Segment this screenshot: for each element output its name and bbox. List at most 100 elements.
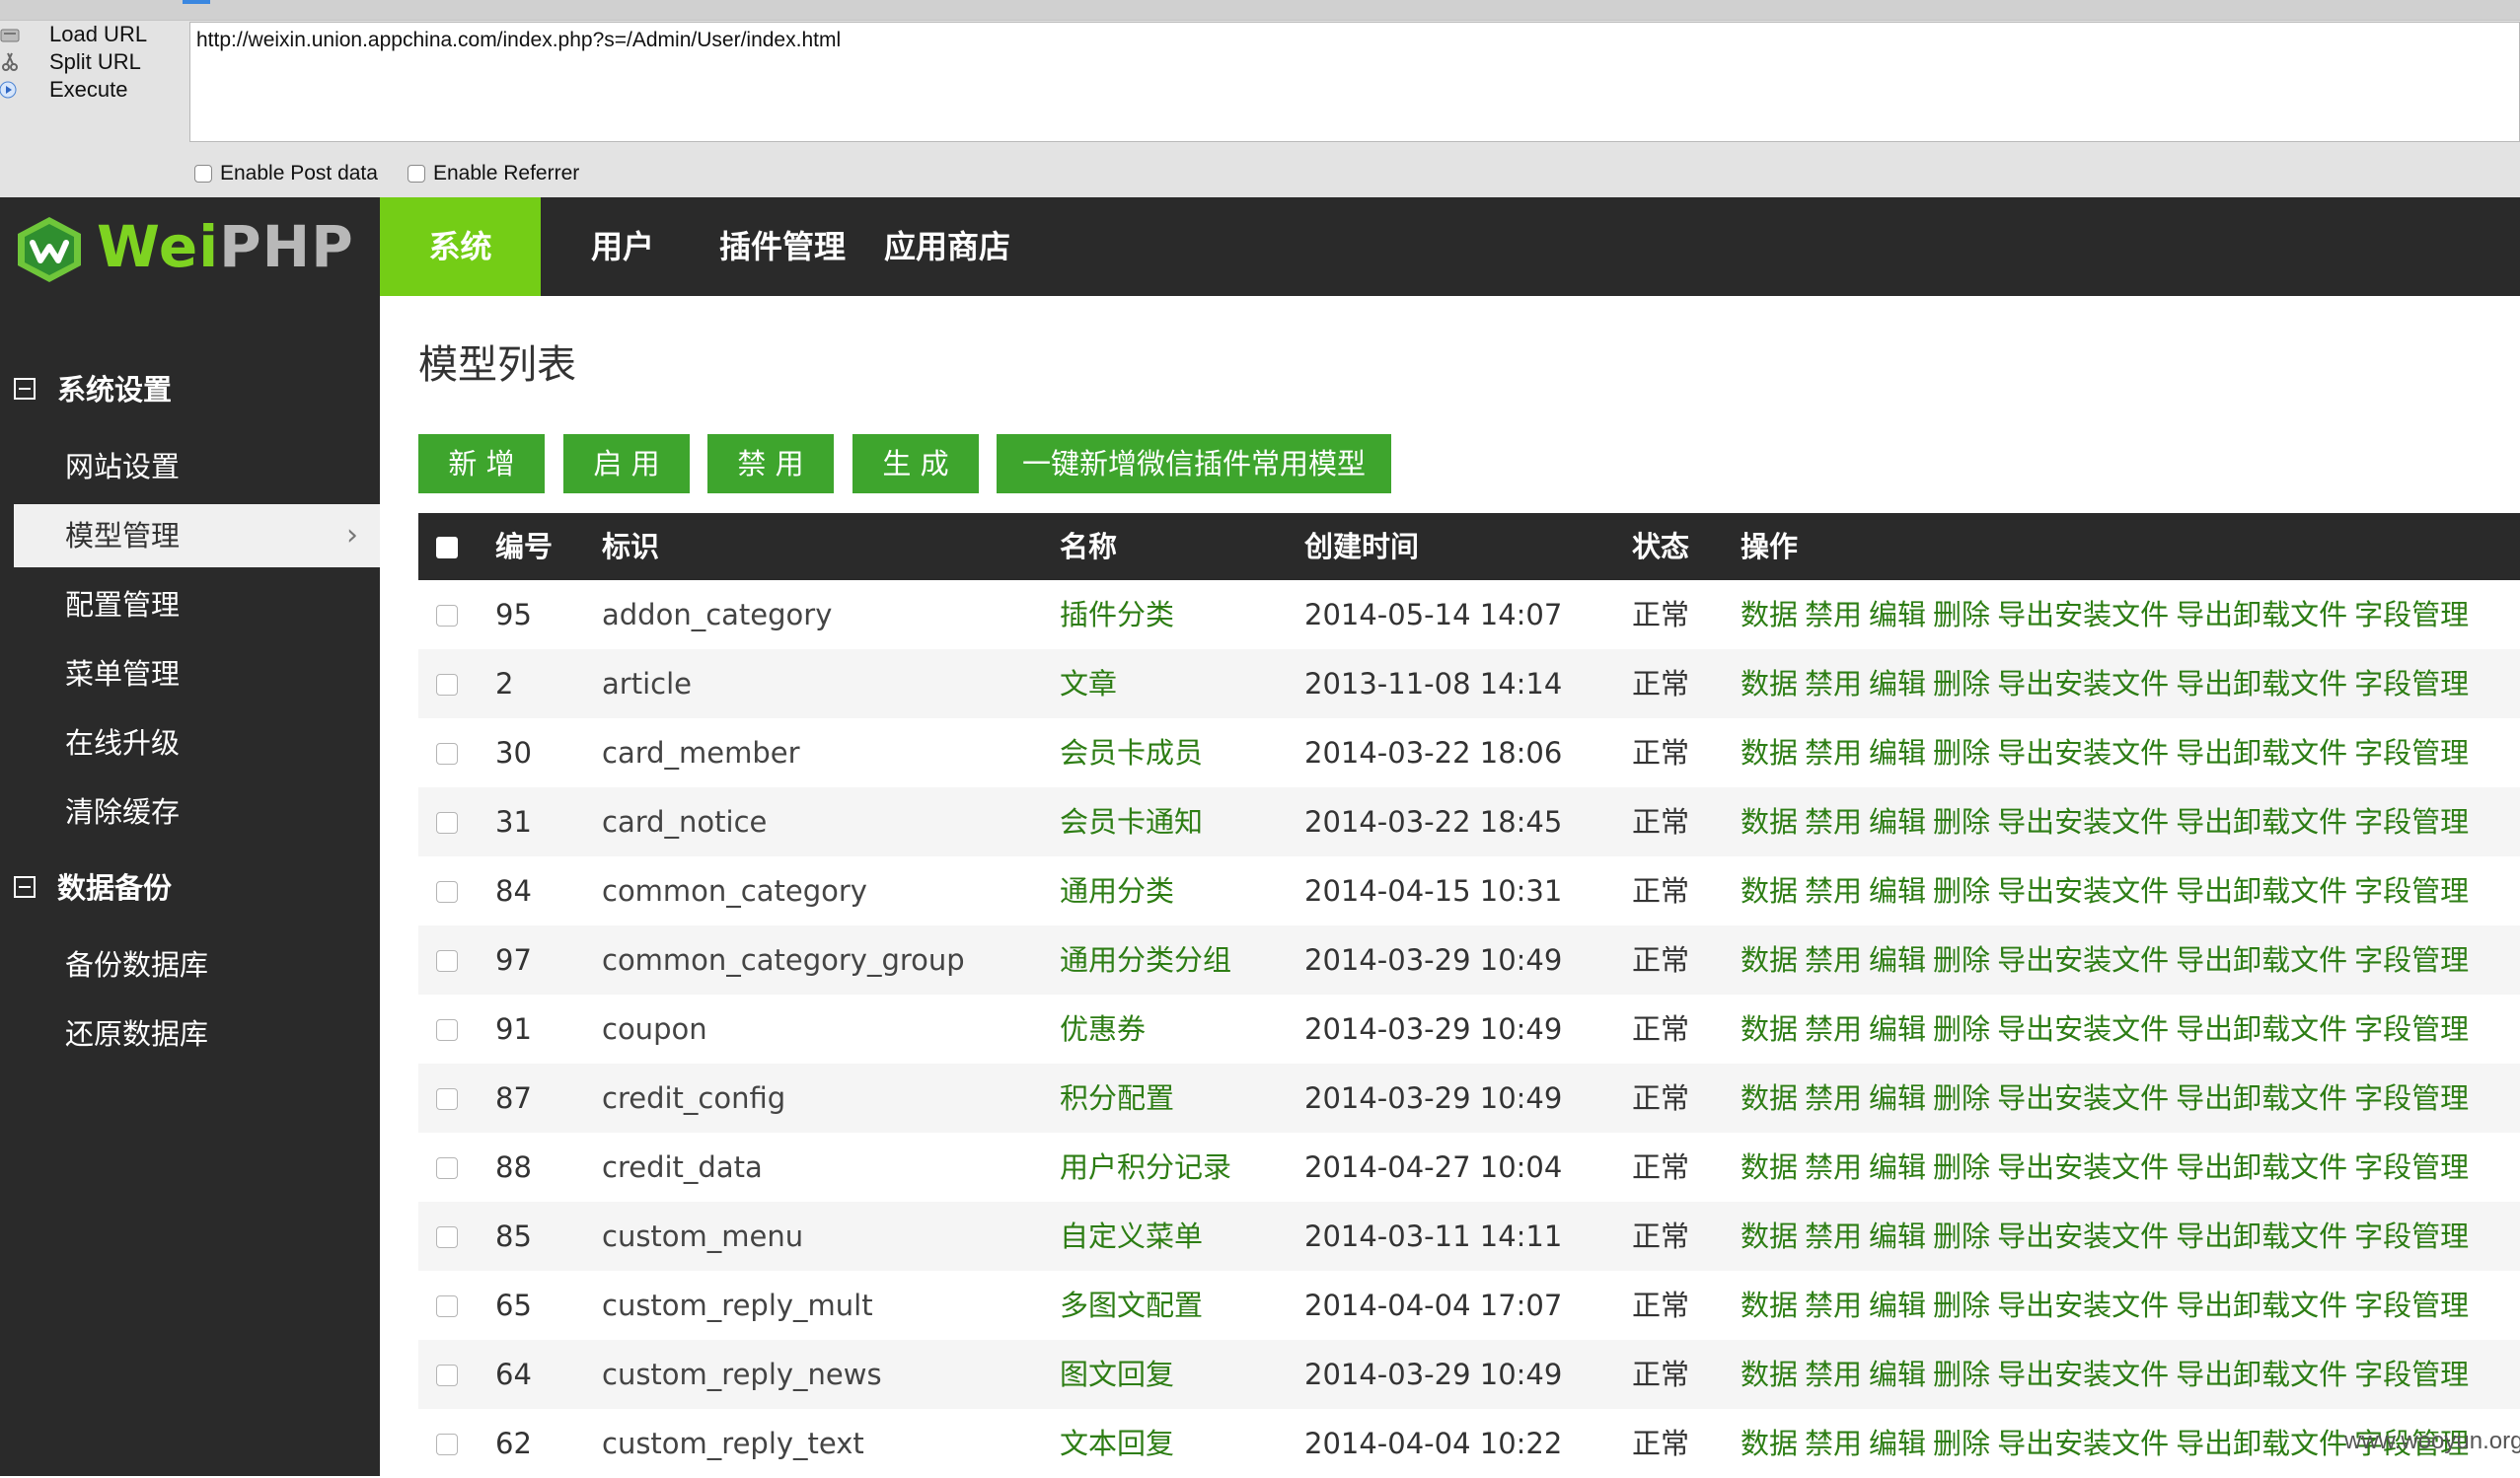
- nav-users[interactable]: 用户: [558, 197, 687, 296]
- action-export-uninstall-link[interactable]: 导出卸载文件: [2176, 1289, 2347, 1322]
- action-edit-link[interactable]: 编辑: [1869, 1081, 1926, 1115]
- row-name-link[interactable]: 积分配置: [1060, 1064, 1174, 1133]
- row-name-link[interactable]: 文章: [1060, 649, 1117, 718]
- action-disable-link[interactable]: 禁用: [1805, 1150, 1862, 1184]
- action-data-link[interactable]: 数据: [1741, 736, 1798, 770]
- row-name-link[interactable]: 自定义菜单: [1060, 1202, 1203, 1271]
- action-edit-link[interactable]: 编辑: [1869, 598, 1926, 631]
- action-field-management-link[interactable]: 字段管理: [2354, 736, 2469, 770]
- row-name-link[interactable]: 通用分类: [1060, 856, 1174, 925]
- row-checkbox[interactable]: [436, 881, 458, 903]
- action-export-uninstall-link[interactable]: 导出卸载文件: [2176, 1358, 2347, 1391]
- action-disable-link[interactable]: 禁用: [1805, 1219, 1862, 1253]
- action-data-link[interactable]: 数据: [1741, 1219, 1798, 1253]
- action-field-management-link[interactable]: 字段管理: [2354, 1219, 2469, 1253]
- action-disable-link[interactable]: 禁用: [1805, 943, 1862, 977]
- action-export-install-link[interactable]: 导出安装文件: [1997, 1150, 2169, 1184]
- action-delete-link[interactable]: 删除: [1933, 1427, 1990, 1460]
- action-data-link[interactable]: 数据: [1741, 1358, 1798, 1391]
- action-delete-link[interactable]: 删除: [1933, 667, 1990, 701]
- action-field-management-link[interactable]: 字段管理: [2354, 598, 2469, 631]
- action-field-management-link[interactable]: 字段管理: [2354, 1081, 2469, 1115]
- sidebar-item-clear-cache[interactable]: 清除缓存: [0, 780, 380, 844]
- action-delete-link[interactable]: 删除: [1933, 943, 1990, 977]
- action-delete-link[interactable]: 删除: [1933, 1289, 1990, 1322]
- nav-system[interactable]: 系统: [380, 197, 541, 296]
- action-data-link[interactable]: 数据: [1741, 874, 1798, 908]
- action-export-install-link[interactable]: 导出安装文件: [1997, 736, 2169, 770]
- action-export-install-link[interactable]: 导出安装文件: [1997, 667, 2169, 701]
- action-field-management-link[interactable]: 字段管理: [2354, 874, 2469, 908]
- action-export-install-link[interactable]: 导出安装文件: [1997, 1012, 2169, 1046]
- row-name-link[interactable]: 文本回复: [1060, 1409, 1174, 1478]
- row-checkbox[interactable]: [436, 1226, 458, 1248]
- row-checkbox[interactable]: [436, 1295, 458, 1317]
- action-edit-link[interactable]: 编辑: [1869, 1289, 1926, 1322]
- action-export-uninstall-link[interactable]: 导出卸载文件: [2176, 667, 2347, 701]
- action-delete-link[interactable]: 删除: [1933, 736, 1990, 770]
- action-export-install-link[interactable]: 导出安装文件: [1997, 1427, 2169, 1460]
- action-delete-link[interactable]: 删除: [1933, 805, 1990, 839]
- row-checkbox[interactable]: [436, 1434, 458, 1455]
- select-all-checkbox[interactable]: [436, 537, 458, 558]
- action-export-uninstall-link[interactable]: 导出卸载文件: [2176, 1150, 2347, 1184]
- row-name-link[interactable]: 会员卡成员: [1060, 718, 1203, 787]
- row-name-link[interactable]: 会员卡通知: [1060, 787, 1203, 856]
- action-delete-link[interactable]: 删除: [1933, 1081, 1990, 1115]
- action-delete-link[interactable]: 删除: [1933, 598, 1990, 631]
- action-edit-link[interactable]: 编辑: [1869, 1358, 1926, 1391]
- action-disable-link[interactable]: 禁用: [1805, 1289, 1862, 1322]
- action-delete-link[interactable]: 删除: [1933, 1150, 1990, 1184]
- action-delete-link[interactable]: 删除: [1933, 1358, 1990, 1391]
- generate-button[interactable]: 生 成: [852, 434, 979, 493]
- action-edit-link[interactable]: 编辑: [1869, 1427, 1926, 1460]
- weiphp-logo[interactable]: WeiPHP: [0, 197, 380, 296]
- action-data-link[interactable]: 数据: [1741, 1081, 1798, 1115]
- row-name-link[interactable]: 优惠券: [1060, 995, 1146, 1064]
- action-data-link[interactable]: 数据: [1741, 943, 1798, 977]
- checkbox-box[interactable]: [408, 165, 425, 184]
- row-name-link[interactable]: 通用分类分组: [1060, 925, 1231, 995]
- action-edit-link[interactable]: 编辑: [1869, 667, 1926, 701]
- row-checkbox[interactable]: [436, 1019, 458, 1041]
- action-field-management-link[interactable]: 字段管理: [2354, 1150, 2469, 1184]
- sidebar-item-online-upgrade[interactable]: 在线升级: [0, 711, 380, 775]
- sidebar-item-restore-database[interactable]: 还原数据库: [0, 1002, 380, 1066]
- action-edit-link[interactable]: 编辑: [1869, 874, 1926, 908]
- row-name-link[interactable]: 图文回复: [1060, 1340, 1174, 1409]
- action-data-link[interactable]: 数据: [1741, 1289, 1798, 1322]
- action-disable-link[interactable]: 禁用: [1805, 1012, 1862, 1046]
- action-field-management-link[interactable]: 字段管理: [2354, 1289, 2469, 1322]
- row-name-link[interactable]: 插件分类: [1060, 580, 1174, 649]
- action-disable-link[interactable]: 禁用: [1805, 736, 1862, 770]
- action-data-link[interactable]: 数据: [1741, 1150, 1798, 1184]
- action-delete-link[interactable]: 删除: [1933, 1219, 1990, 1253]
- action-export-install-link[interactable]: 导出安装文件: [1997, 1289, 2169, 1322]
- action-delete-link[interactable]: 删除: [1933, 1012, 1990, 1046]
- action-export-uninstall-link[interactable]: 导出卸载文件: [2176, 736, 2347, 770]
- row-name-link[interactable]: 用户积分记录: [1060, 1133, 1231, 1202]
- action-export-install-link[interactable]: 导出安装文件: [1997, 805, 2169, 839]
- action-disable-link[interactable]: 禁用: [1805, 805, 1862, 839]
- enable-button[interactable]: 启 用: [563, 434, 690, 493]
- enable-post-checkbox[interactable]: Enable Post data: [194, 160, 378, 187]
- row-name-link[interactable]: 多图文配置: [1060, 1271, 1203, 1340]
- action-disable-link[interactable]: 禁用: [1805, 874, 1862, 908]
- add-button[interactable]: 新 增: [418, 434, 545, 493]
- action-field-management-link[interactable]: 字段管理: [2354, 805, 2469, 839]
- action-export-uninstall-link[interactable]: 导出卸载文件: [2176, 805, 2347, 839]
- action-export-install-link[interactable]: 导出安装文件: [1997, 1219, 2169, 1253]
- action-export-install-link[interactable]: 导出安装文件: [1997, 943, 2169, 977]
- action-data-link[interactable]: 数据: [1741, 1012, 1798, 1046]
- action-field-management-link[interactable]: 字段管理: [2354, 1358, 2469, 1391]
- action-edit-link[interactable]: 编辑: [1869, 1219, 1926, 1253]
- action-disable-link[interactable]: 禁用: [1805, 598, 1862, 631]
- action-data-link[interactable]: 数据: [1741, 667, 1798, 701]
- action-disable-link[interactable]: 禁用: [1805, 1358, 1862, 1391]
- nav-app-store[interactable]: 应用商店: [868, 197, 1026, 296]
- sidebar-item-config-management[interactable]: 配置管理: [0, 573, 380, 636]
- enable-referrer-checkbox[interactable]: Enable Referrer: [408, 160, 579, 187]
- action-edit-link[interactable]: 编辑: [1869, 943, 1926, 977]
- action-export-install-link[interactable]: 导出安装文件: [1997, 598, 2169, 631]
- action-export-uninstall-link[interactable]: 导出卸载文件: [2176, 874, 2347, 908]
